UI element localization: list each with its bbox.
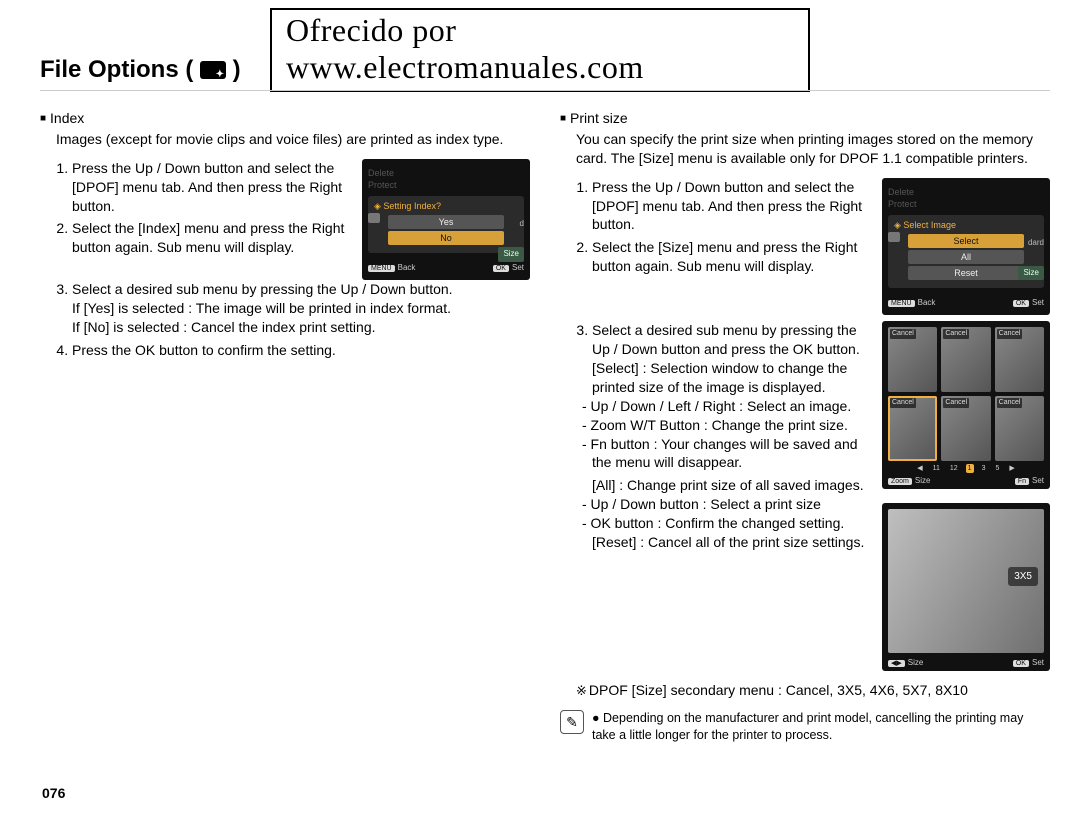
playback-settings-icon bbox=[200, 61, 226, 79]
index-heading: ■ Index bbox=[40, 109, 530, 128]
select-bullet: - Up / Down / Left / Right : Select an i… bbox=[592, 397, 872, 416]
index-step-1: Press the Up / Down button and select th… bbox=[72, 159, 352, 216]
lcd-dim-item: Delete bbox=[368, 167, 524, 180]
lcd-option-all: All bbox=[908, 250, 1024, 264]
index-step-3: Select a desired sub menu by pressing th… bbox=[72, 280, 530, 337]
all-bullet: - Up / Down button : Select a print size bbox=[592, 495, 872, 514]
thumbnail: Cancel bbox=[941, 327, 990, 392]
index-steps: Press the Up / Down button and select th… bbox=[72, 159, 352, 257]
select-bullet: - Zoom W/T Button : Change the print siz… bbox=[592, 416, 872, 435]
square-bullet-icon: ■ bbox=[40, 113, 46, 124]
title-divider bbox=[40, 90, 1050, 91]
lcd-option-reset: Reset bbox=[908, 266, 1024, 280]
lcd-side-text: d bbox=[520, 219, 524, 230]
secondary-menu-note: ※DPOF [Size] secondary menu : Cancel, 3X… bbox=[576, 681, 1050, 700]
lcd-select-image-screenshot: Cancel Cancel Cancel Cancel Cancel Cance… bbox=[882, 321, 1050, 489]
lcd-index-screenshot: Delete Protect ◈ Setting Index? Yes No d… bbox=[362, 159, 530, 280]
lcd-dialog: ◈ Setting Index? Yes No bbox=[368, 196, 524, 253]
printsize-step-1: Press the Up / Down button and select th… bbox=[592, 178, 872, 235]
lcd-dim-item: Delete bbox=[888, 186, 1044, 199]
lcd-size-tag: Size bbox=[1018, 266, 1044, 281]
lcd-dialog-title: ◈ Select Image bbox=[894, 219, 1038, 231]
thumbnail: Cancel bbox=[995, 327, 1044, 392]
thumbnail: Cancel bbox=[888, 327, 937, 392]
index-step-4: Press the OK button to confirm the setti… bbox=[72, 341, 530, 360]
lcd-set-label: Set bbox=[512, 263, 524, 272]
index-intro: Images (except for movie clips and voice… bbox=[56, 130, 530, 149]
thumbnail: Cancel bbox=[941, 396, 990, 461]
lcd-dim-item: Protect bbox=[888, 198, 1044, 211]
size-scroll-strip: ◀ 11 12 1 3 5 ▶ bbox=[888, 463, 1044, 473]
index-step-2: Select the [Index] menu and press the Ri… bbox=[72, 219, 352, 257]
lcd-option-no: No bbox=[388, 231, 504, 245]
lcd-footer: ZoomSize FnSet bbox=[888, 476, 1044, 487]
thumbnail-selected: Cancel bbox=[888, 396, 937, 461]
lcd-side-text: dard bbox=[1028, 238, 1044, 249]
thumbnail: Cancel bbox=[995, 396, 1044, 461]
lcd-footer: ◀▶Size OKSet bbox=[888, 658, 1044, 669]
column-index: ■ Index Images (except for movie clips an… bbox=[40, 109, 530, 744]
lcd-dim-item: Protect bbox=[368, 179, 524, 192]
zoom-key-icon: Zoom bbox=[888, 478, 912, 485]
printsize-heading: ■ Print size bbox=[560, 109, 1050, 128]
lcd-size-tag: Size bbox=[498, 247, 524, 262]
lcd-option-select: Select bbox=[908, 234, 1024, 248]
index-heading-text: Index bbox=[50, 110, 84, 126]
index-step3-yes: If [Yes] is selected : The image will be… bbox=[72, 299, 530, 318]
info-note-icon: ✎ bbox=[560, 710, 584, 734]
info-note-text: ● Depending on the manufacturer and prin… bbox=[592, 710, 1050, 744]
page-title-close: ) bbox=[233, 56, 241, 83]
fn-key-icon: Fn bbox=[1015, 478, 1029, 485]
index-steps-cont: Select a desired sub menu by pressing th… bbox=[72, 280, 530, 360]
lcd-size-menu-screenshot: Delete Protect ◈ Select Image Select All… bbox=[882, 178, 1050, 316]
ok-key-icon: OK bbox=[493, 265, 509, 272]
printsize-steps: Press the Up / Down button and select th… bbox=[592, 178, 872, 276]
photo-preview: 3X5 bbox=[888, 509, 1044, 653]
playback-mode-icon bbox=[368, 213, 380, 223]
index-step3-no: If [No] is selected : Cancel the index p… bbox=[72, 318, 530, 337]
lcd-footer: MENUBack OKSet bbox=[888, 294, 1044, 309]
menu-key-icon: MENU bbox=[888, 300, 915, 307]
lcd-set-label: Set bbox=[1032, 298, 1044, 307]
column-printsize: ■ Print size You can specify the print si… bbox=[560, 109, 1050, 744]
printsize-intro: You can specify the print size when prin… bbox=[576, 130, 1050, 168]
square-bullet-icon: ■ bbox=[560, 113, 566, 124]
lcd-dialog-title: ◈ Setting Index? bbox=[374, 200, 518, 212]
printsize-step-2: Select the [Size] menu and press the Rig… bbox=[592, 238, 872, 276]
lcd-footer: MENUBack OKSet bbox=[368, 259, 524, 274]
page-number: 076 bbox=[42, 785, 65, 801]
printsize-heading-text: Print size bbox=[570, 110, 628, 126]
lcd-option-yes: Yes bbox=[388, 215, 504, 229]
reference-mark-icon: ※ bbox=[576, 683, 587, 698]
select-bullet: - Fn button : Your changes will be saved… bbox=[592, 435, 872, 473]
all-bullet: - OK button : Confirm the changed settin… bbox=[592, 514, 872, 533]
playback-mode-icon bbox=[888, 232, 900, 242]
all-option-desc: [All] : Change print size of all saved i… bbox=[592, 476, 872, 495]
lcd-back-label: Back bbox=[918, 298, 936, 307]
arrows-key-icon: ◀▶ bbox=[888, 660, 905, 667]
ok-key-icon: OK bbox=[1013, 660, 1029, 667]
printsize-steps-cont: Select a desired sub menu by pressing th… bbox=[592, 321, 872, 552]
select-option-desc: [Select] : Selection window to change th… bbox=[592, 359, 872, 397]
reset-option-desc: [Reset] : Cancel all of the print size s… bbox=[592, 533, 872, 552]
ok-key-icon: OK bbox=[1013, 300, 1029, 307]
page-title-text: File Options ( bbox=[40, 56, 193, 83]
manual-page: File Options ( ) ■ Index Images (except f… bbox=[40, 56, 1050, 795]
size-badge: 3X5 bbox=[1008, 567, 1038, 587]
lcd-back-label: Back bbox=[398, 263, 416, 272]
printsize-step-3: Select a desired sub menu by pressing th… bbox=[592, 321, 872, 552]
info-note: ✎ ● Depending on the manufacturer and pr… bbox=[560, 710, 1050, 744]
menu-key-icon: MENU bbox=[368, 265, 395, 272]
lcd-all-size-screenshot: 3X5 ◀▶Size OKSet bbox=[882, 503, 1050, 671]
page-title: File Options ( ) bbox=[40, 56, 1050, 84]
